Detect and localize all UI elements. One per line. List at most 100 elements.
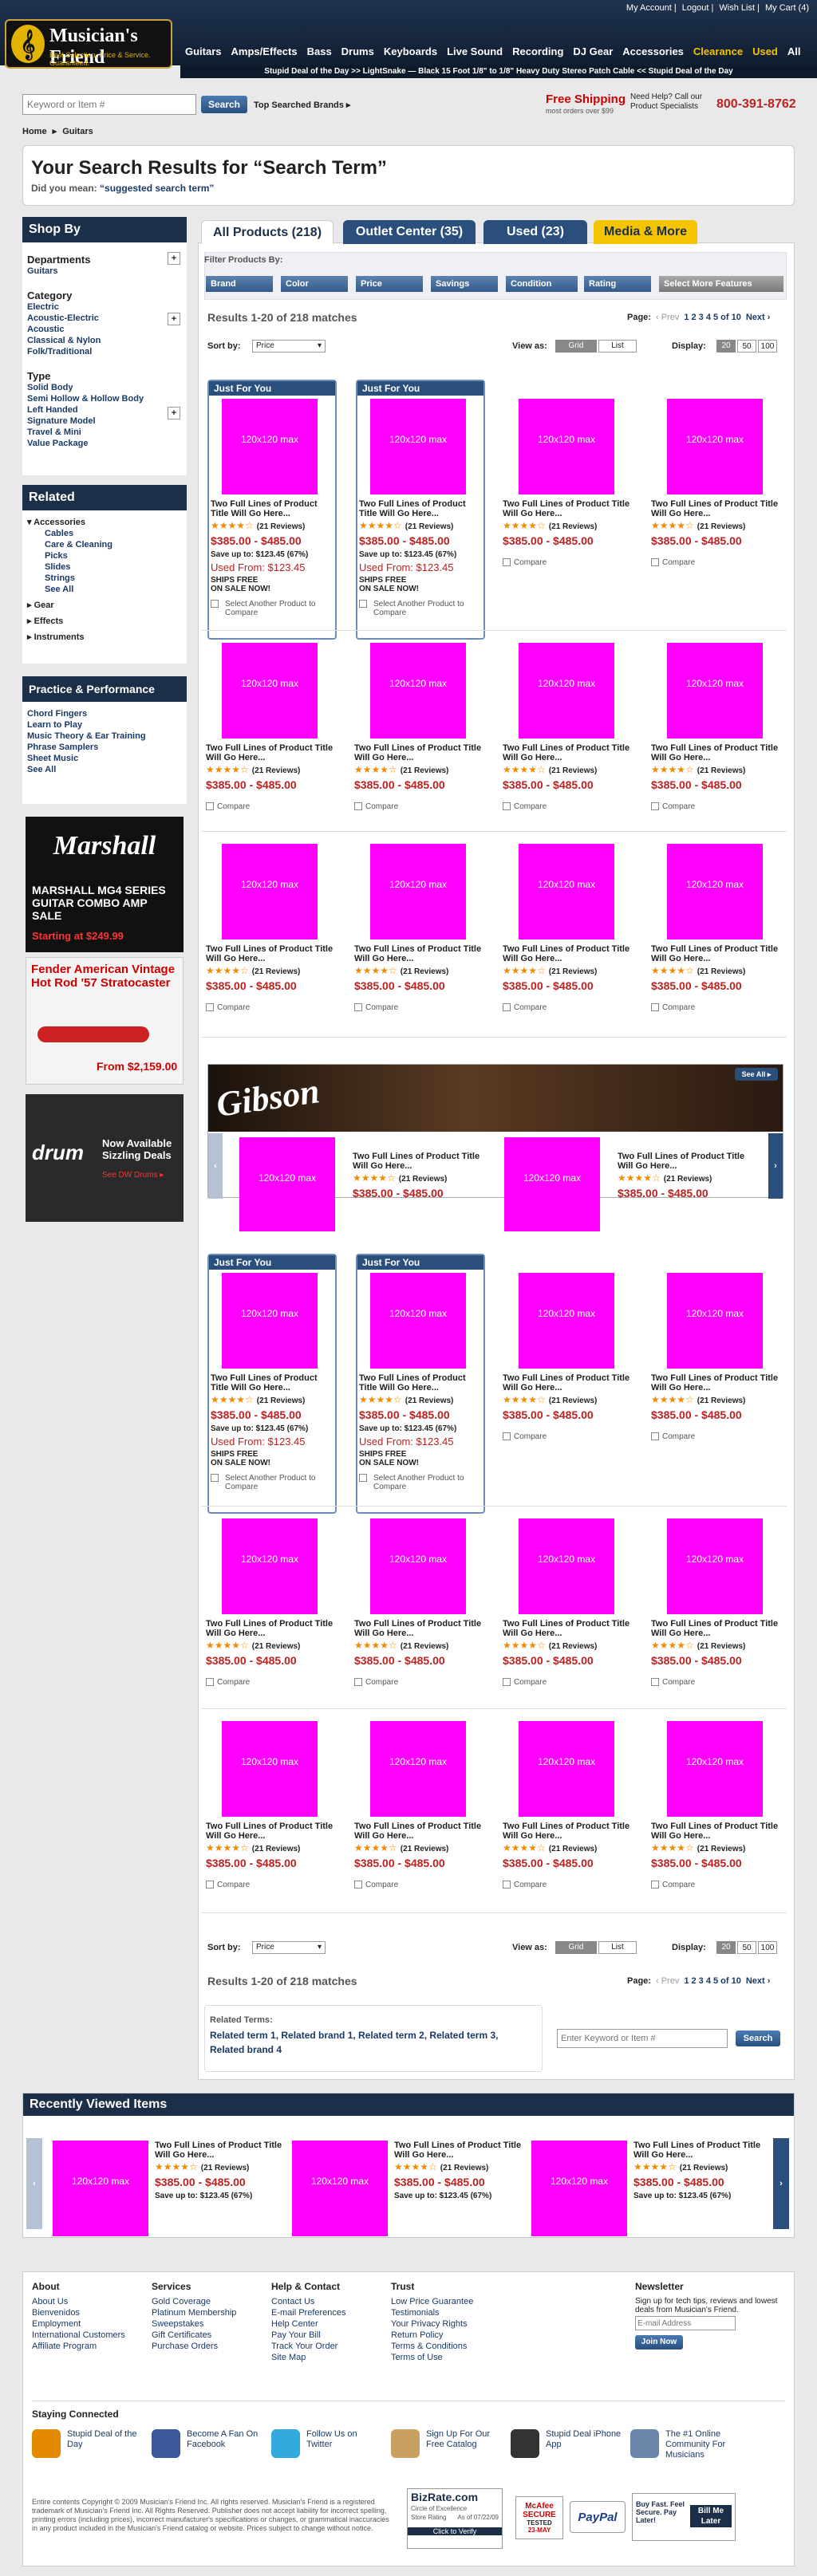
product-image[interactable]: 120x120 max xyxy=(370,643,466,739)
product-image[interactable]: 120x120 max xyxy=(222,844,318,939)
product-image[interactable]: 120x120 max xyxy=(667,1721,763,1817)
search-input[interactable] xyxy=(22,94,196,115)
review-count[interactable]: (21 Reviews) xyxy=(680,2164,728,2172)
compare-row[interactable]: Compare xyxy=(354,802,482,811)
product-image[interactable]: 120x120 max xyxy=(519,844,614,939)
product-title[interactable]: Two Full Lines of Product Title Will Go … xyxy=(353,1152,480,1171)
used-from-price[interactable]: Used From: $123.45 xyxy=(359,561,483,573)
nav-live-sound[interactable]: Live Sound xyxy=(442,43,507,61)
footer-link[interactable]: About Us xyxy=(32,2297,68,2306)
compare-checkbox[interactable] xyxy=(503,1881,511,1889)
footer-link[interactable]: Your Privacy Rights xyxy=(391,2319,468,2329)
compare-checkbox[interactable] xyxy=(354,1003,362,1012)
paypal-badge[interactable]: PayPal xyxy=(570,2501,626,2533)
related-sub-item[interactable]: See All xyxy=(45,584,182,595)
product-image[interactable]: 120x120 max xyxy=(370,399,466,494)
product-title[interactable]: Two Full Lines of Product Title Will Go … xyxy=(503,1619,630,1638)
tab-media-more[interactable]: Media & More xyxy=(594,220,697,244)
nav-drums[interactable]: Drums xyxy=(337,43,379,61)
nav-guitars[interactable]: Guitars xyxy=(180,43,227,61)
compare-row[interactable]: Compare xyxy=(206,1881,334,1889)
gibson-see-all[interactable]: See All ▸ xyxy=(735,1068,778,1081)
product-image[interactable]: 120x120 max xyxy=(53,2141,148,2236)
compare-checkbox[interactable] xyxy=(651,1678,659,1687)
compare-row[interactable]: Compare xyxy=(651,1003,779,1012)
product-title[interactable]: Two Full Lines of Product Title Will Go … xyxy=(503,1373,630,1392)
marshall-ad[interactable]: Marshall MARSHALL MG4 SERIES GUITAR COMB… xyxy=(26,817,184,952)
dw-ad[interactable]: drum Now Available Sizzling Deals See DW… xyxy=(26,1094,184,1222)
page-numbers[interactable]: 1 2 3 4 5 of 10 xyxy=(684,313,741,322)
twitter-icon[interactable] xyxy=(271,2429,300,2458)
compare-checkbox[interactable] xyxy=(206,1881,214,1889)
product-image[interactable]: 120x120 max xyxy=(531,2141,627,2236)
product-image[interactable]: 120x120 max xyxy=(222,399,318,494)
compare-checkbox[interactable] xyxy=(354,1881,362,1889)
product-image[interactable]: 120x120 max xyxy=(519,643,614,739)
list-view-button[interactable]: List xyxy=(598,1941,637,1954)
my-cart-link[interactable]: My Cart (4) xyxy=(765,3,809,13)
practice-item[interactable]: Sheet Music xyxy=(27,753,182,764)
compare-row[interactable]: Compare xyxy=(206,1003,334,1012)
prev-page-link[interactable]: ‹ Prev xyxy=(656,1976,679,1986)
review-count[interactable]: (21 Reviews) xyxy=(401,967,449,976)
product-title[interactable]: Two Full Lines of Product Title Will Go … xyxy=(618,1152,745,1171)
review-count[interactable]: (21 Reviews) xyxy=(399,1175,448,1184)
type-item[interactable]: Semi Hollow & Hollow Body xyxy=(27,393,182,404)
product-image[interactable]: 120x120 max xyxy=(667,1273,763,1369)
newsletter-email-input[interactable] xyxy=(635,2316,736,2330)
type-expand-icon[interactable]: + xyxy=(168,407,180,419)
footer-link[interactable]: E-mail Preferences xyxy=(271,2308,346,2318)
page-numbers[interactable]: 1 2 3 4 5 of 10 xyxy=(684,1976,741,1986)
prev-page-link[interactable]: ‹ Prev xyxy=(656,313,679,322)
used-from-price[interactable]: Used From: $123.45 xyxy=(359,1436,483,1448)
compare-select[interactable]: Select Another Product to Compare xyxy=(359,1474,483,1491)
review-count[interactable]: (21 Reviews) xyxy=(549,1845,598,1853)
product-title[interactable]: Two Full Lines of Product Title Will Go … xyxy=(354,1822,482,1841)
review-count[interactable]: (21 Reviews) xyxy=(401,766,449,775)
carousel-prev-arrow-icon[interactable]: ‹ xyxy=(208,1133,223,1199)
compare-row[interactable]: Compare xyxy=(206,1678,334,1687)
review-count[interactable]: (21 Reviews) xyxy=(549,967,598,976)
related-sub-item[interactable]: Picks xyxy=(45,550,182,561)
nav-used[interactable]: Used xyxy=(748,43,783,61)
compare-checkbox[interactable] xyxy=(359,1474,367,1482)
product-image[interactable]: 120x120 max xyxy=(222,1518,318,1614)
product-title[interactable]: Two Full Lines of Product Title Will Go … xyxy=(206,1822,334,1841)
related-terms-links[interactable]: Related term 1, Related brand 1, Related… xyxy=(210,2028,529,2057)
wish-list-link[interactable]: Wish List xyxy=(719,3,755,13)
carousel-next-arrow-icon[interactable]: › xyxy=(768,1133,783,1199)
product-title[interactable]: Two Full Lines of Product Title Will Go … xyxy=(206,743,334,762)
practice-item[interactable]: Chord Fingers xyxy=(27,708,182,719)
display-count-option[interactable]: 50 xyxy=(737,1941,756,1954)
review-count[interactable]: (21 Reviews) xyxy=(697,1396,746,1405)
product-title[interactable]: Two Full Lines of Product Title Will Go … xyxy=(503,1822,630,1841)
product-image[interactable]: 120x120 max xyxy=(667,844,763,939)
product-image[interactable]: 120x120 max xyxy=(222,1273,318,1369)
footer-link[interactable]: Terms of Use xyxy=(391,2353,443,2362)
gear-toggle[interactable]: ▸ Gear xyxy=(27,600,182,611)
sort-by-select[interactable]: Price ▾ xyxy=(252,340,326,353)
product-title[interactable]: Two Full Lines of Product Title Will Go … xyxy=(651,499,779,518)
review-count[interactable]: (21 Reviews) xyxy=(697,967,746,976)
compare-row[interactable]: Compare xyxy=(354,1881,482,1889)
compare-row[interactable]: Compare xyxy=(503,1678,630,1687)
instruments-toggle[interactable]: ▸ Instruments xyxy=(27,632,182,643)
footer-link[interactable]: Low Price Guarantee xyxy=(391,2297,473,2306)
product-image[interactable]: 120x120 max xyxy=(519,1518,614,1614)
compare-row[interactable]: Compare xyxy=(651,1432,779,1441)
social-link[interactable]: Become A Fan On Facebook xyxy=(187,2429,263,2450)
compare-row[interactable]: Compare xyxy=(503,1432,630,1441)
compare-checkbox[interactable] xyxy=(503,802,511,811)
product-image[interactable]: 120x120 max xyxy=(370,1273,466,1369)
filter-price[interactable]: Price xyxy=(356,276,423,292)
display-count-option[interactable]: 100 xyxy=(758,340,777,353)
logout-link[interactable]: Logout xyxy=(682,3,709,13)
review-count[interactable]: (21 Reviews) xyxy=(252,1642,301,1651)
type-item[interactable]: Solid Body xyxy=(27,382,182,393)
review-count[interactable]: (21 Reviews) xyxy=(252,967,301,976)
review-count[interactable]: (21 Reviews) xyxy=(405,522,454,531)
compare-select[interactable]: Select Another Product to Compare xyxy=(211,600,335,617)
product-title[interactable]: Two Full Lines of Product Title Will Go … xyxy=(503,944,630,963)
product-image[interactable]: 120x120 max xyxy=(239,1137,335,1231)
footer-link[interactable]: Platinum Membership xyxy=(152,2308,236,2318)
